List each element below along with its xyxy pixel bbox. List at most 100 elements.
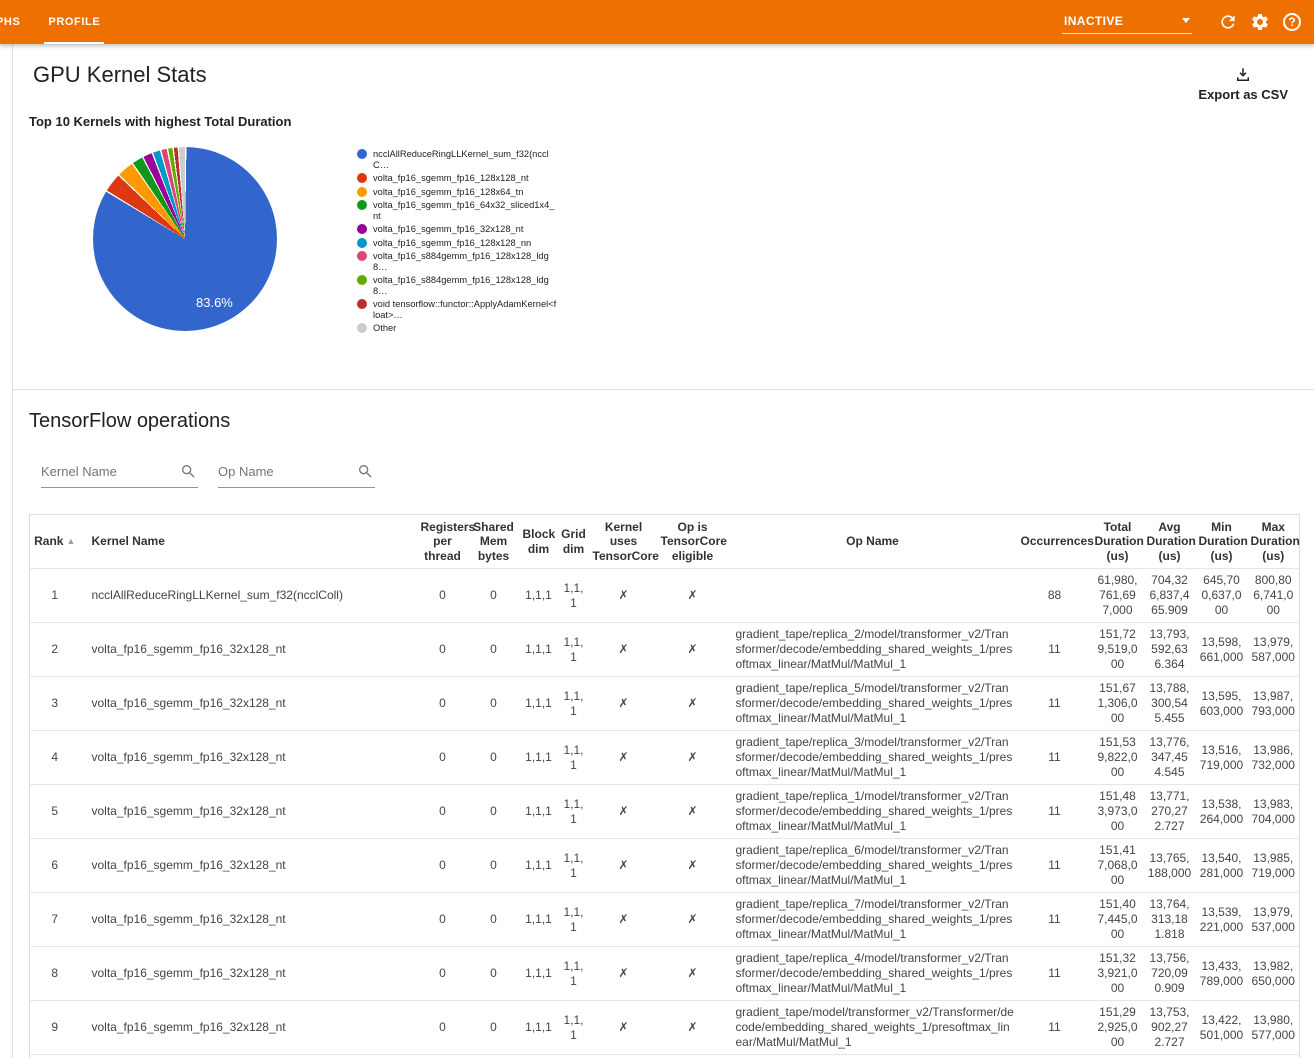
legend-swatch xyxy=(357,238,367,248)
kernel-name-input[interactable] xyxy=(41,464,171,479)
cell-max: 800,806,741,000 xyxy=(1248,569,1300,623)
legend-item: volta_fp16_sgemm_fp16_64x32_sliced1x4_nt xyxy=(357,200,557,221)
cell-grid: 1,1,1 xyxy=(558,569,590,623)
tab-bar: PHS PROFILE xyxy=(0,0,114,44)
tab-graphs[interactable]: PHS xyxy=(0,0,34,44)
column-header-kernel[interactable]: Kernel Name xyxy=(80,515,418,569)
legend-item: volta_fp16_sgemm_fp16_128x64_tn xyxy=(357,187,557,198)
legend-item: volta_fp16_sgemm_fp16_128x128_nt xyxy=(357,173,557,184)
cell-avg: 704,326,837,465.909 xyxy=(1144,569,1196,623)
cell-tc_eligible: ✗ xyxy=(658,785,728,839)
cell-min: 645,700,637,000 xyxy=(1196,569,1248,623)
settings-gear-icon[interactable] xyxy=(1244,6,1276,38)
cell-kernel: volta_fp16_sgemm_fp16_32x128_nt xyxy=(80,731,418,785)
run-status-select[interactable]: INACTIVE xyxy=(1062,11,1192,34)
cell-uses_tc: ✗ xyxy=(590,677,658,731)
cell-max: 13,983,704,000 xyxy=(1248,785,1300,839)
column-header-uses_tc[interactable]: Kernel uses TensorCore xyxy=(590,515,658,569)
cell-kernel: volta_fp16_sgemm_fp16_32x128_nt xyxy=(80,947,418,1001)
cell-tc_eligible: ✗ xyxy=(658,893,728,947)
search-icon[interactable] xyxy=(180,463,196,479)
cell-shared: 0 xyxy=(468,893,520,947)
cell-grid: 1,1,1 xyxy=(558,839,590,893)
legend-swatch xyxy=(357,275,367,285)
cell-occurrences: 11 xyxy=(1018,731,1092,785)
cell-avg: 13,756,720,090.909 xyxy=(1144,947,1196,1001)
profiler-content: GPU Kernel Stats Export as CSV Top 10 Ke… xyxy=(12,44,1314,1058)
cell-uses_tc: ✗ xyxy=(590,839,658,893)
table-row: 7volta_fp16_sgemm_fp16_32x128_nt001,1,11… xyxy=(30,893,1300,947)
run-status-value: INACTIVE xyxy=(1064,14,1123,28)
cell-occurrences: 11 xyxy=(1018,947,1092,1001)
cell-min: 13,516,719,000 xyxy=(1196,731,1248,785)
page-title: GPU Kernel Stats xyxy=(13,44,1314,88)
cell-op: gradient_tape/replica_2/model/transforme… xyxy=(728,623,1018,677)
cell-total: 151,729,519,000 xyxy=(1092,623,1144,677)
cell-tc_eligible: ✗ xyxy=(658,1001,728,1055)
cell-shared: 0 xyxy=(468,947,520,1001)
export-csv-label: Export as CSV xyxy=(1198,87,1288,102)
refresh-icon[interactable] xyxy=(1212,6,1244,38)
column-header-min[interactable]: Min Duration (us) xyxy=(1196,515,1248,569)
cell-block: 1,1,1 xyxy=(520,839,558,893)
cell-tc_eligible: ✗ xyxy=(658,623,728,677)
column-header-registers[interactable]: Registers per thread xyxy=(418,515,468,569)
export-csv-button[interactable]: Export as CSV xyxy=(1198,66,1288,104)
cell-shared: 0 xyxy=(468,677,520,731)
profiler-page: PHS PROFILE INACTIVE xyxy=(0,0,1314,1058)
search-icon[interactable] xyxy=(357,463,373,479)
cell-rank: 9 xyxy=(30,1001,80,1055)
column-header-tc_eligible[interactable]: Op is TensorCore eligible xyxy=(658,515,728,569)
column-header-shared[interactable]: Shared Mem bytes xyxy=(468,515,520,569)
column-header-avg[interactable]: Avg Duration (us) xyxy=(1144,515,1196,569)
legend-swatch xyxy=(357,224,367,234)
legend-swatch xyxy=(357,200,367,210)
legend-item: ncclAllReduceRingLLKernel_sum_f32(ncclC… xyxy=(357,149,557,170)
cell-op: gradient_tape/replica_7/model/transforme… xyxy=(728,893,1018,947)
cell-grid: 1,1,1 xyxy=(558,1001,590,1055)
cell-occurrences: 11 xyxy=(1018,893,1092,947)
table-row: 3volta_fp16_sgemm_fp16_32x128_nt001,1,11… xyxy=(30,677,1300,731)
cell-block: 1,1,1 xyxy=(520,893,558,947)
tab-profile[interactable]: PROFILE xyxy=(34,0,114,44)
column-header-block[interactable]: Block dim xyxy=(520,515,558,569)
legend-swatch xyxy=(357,323,367,333)
op-name-input[interactable] xyxy=(218,464,348,479)
column-header-total[interactable]: Total Duration (us) xyxy=(1092,515,1144,569)
cell-total: 151,292,925,000 xyxy=(1092,1001,1144,1055)
cell-shared: 0 xyxy=(468,731,520,785)
cell-registers: 0 xyxy=(418,1001,468,1055)
legend-label: volta_fp16_sgemm_fp16_64x32_sliced1x4_nt xyxy=(373,200,557,221)
cell-min: 13,422,501,000 xyxy=(1196,1001,1248,1055)
cell-block: 1,1,1 xyxy=(520,569,558,623)
pie-slice-label: 83.6% xyxy=(196,295,233,310)
cell-tc_eligible: ✗ xyxy=(658,677,728,731)
column-header-grid[interactable]: Grid dim xyxy=(558,515,590,569)
legend-label: ncclAllReduceRingLLKernel_sum_f32(ncclC… xyxy=(373,149,557,170)
cell-uses_tc: ✗ xyxy=(590,947,658,1001)
column-header-max[interactable]: Max Duration (us) xyxy=(1248,515,1300,569)
sort-ascending-icon: ▲ xyxy=(66,536,75,546)
legend-label: void tensorflow::functor::ApplyAdamKerne… xyxy=(373,299,557,320)
column-header-op[interactable]: Op Name xyxy=(728,515,1018,569)
cell-uses_tc: ✗ xyxy=(590,731,658,785)
column-header-occurrences[interactable]: Occurrences xyxy=(1018,515,1092,569)
cell-registers: 0 xyxy=(418,893,468,947)
table-body: 1ncclAllReduceRingLLKernel_sum_f32(ncclC… xyxy=(30,569,1300,1058)
cell-grid: 1,1,1 xyxy=(558,731,590,785)
cell-uses_tc: ✗ xyxy=(590,785,658,839)
cell-min: 13,433,789,000 xyxy=(1196,947,1248,1001)
cell-registers: 0 xyxy=(418,947,468,1001)
column-header-rank[interactable]: Rank▲ xyxy=(30,515,80,569)
legend-label: Other xyxy=(373,323,396,334)
cell-max: 13,987,793,000 xyxy=(1248,677,1300,731)
table-row: 1ncclAllReduceRingLLKernel_sum_f32(ncclC… xyxy=(30,569,1300,623)
legend-label: volta_fp16_s884gemm_fp16_128x128_ldg8… xyxy=(373,251,557,272)
cell-registers: 0 xyxy=(418,785,468,839)
cell-op: gradient_tape/replica_4/model/transforme… xyxy=(728,947,1018,1001)
help-icon[interactable]: ? xyxy=(1276,6,1308,38)
legend-label: volta_fp16_sgemm_fp16_128x128_nt xyxy=(373,173,529,184)
cell-block: 1,1,1 xyxy=(520,947,558,1001)
cell-max: 13,979,537,000 xyxy=(1248,893,1300,947)
cell-op: gradient_tape/replica_1/model/transforme… xyxy=(728,785,1018,839)
